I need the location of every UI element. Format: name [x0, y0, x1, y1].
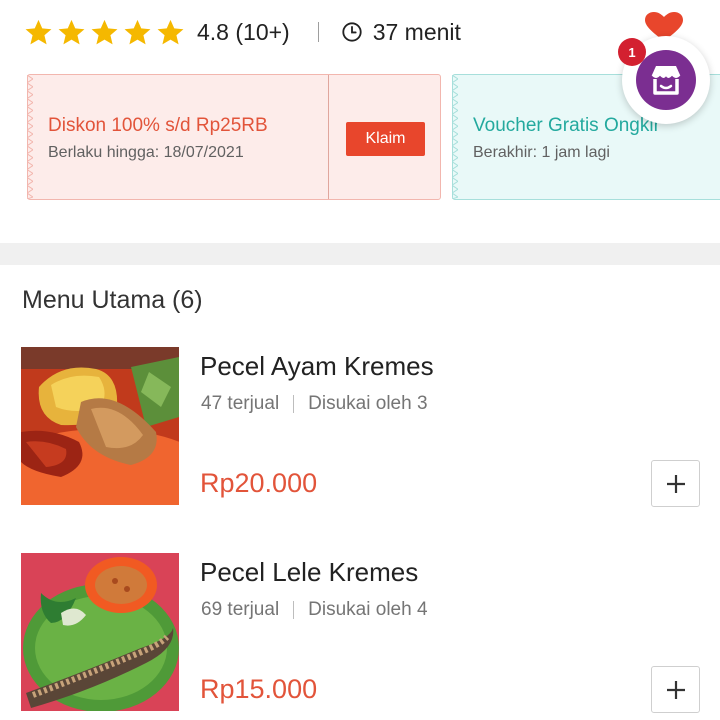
voucher-title: Voucher Gratis Ongkir	[473, 115, 660, 136]
menu-item-price: Rp20.000	[200, 468, 318, 498]
voucher-validity: Berlaku hingga: 18/07/2021	[48, 144, 244, 161]
store-icon	[636, 50, 696, 110]
sold-count: 47 terjual	[201, 393, 280, 414]
star-icon	[25, 19, 52, 44]
delivery-time: 37 menit	[372, 18, 461, 45]
rating-value: 4.8 (10+)	[197, 18, 290, 45]
star-icon	[157, 19, 184, 44]
star-icon	[91, 19, 118, 44]
menu-item-meta: 47 terjual Disukai oleh 3	[201, 393, 428, 415]
voucher-validity: Berakhir: 1 jam lagi	[473, 144, 610, 161]
menu-item-price: Rp15.000	[200, 674, 318, 704]
notification-badge: 1	[618, 38, 646, 66]
rating-row: 4.8 (10+) 37 menit	[24, 14, 461, 50]
add-to-cart-button[interactable]	[651, 666, 700, 713]
clock-icon	[342, 22, 362, 42]
voucher-title: Diskon 100% s/d Rp25RB	[48, 115, 268, 136]
menu-item[interactable]: Pecel Ayam Kremes 47 terjual Disukai ole…	[0, 347, 720, 507]
divider	[317, 22, 319, 42]
sold-count: 69 terjual	[201, 599, 280, 620]
food-photo[interactable]	[21, 553, 179, 711]
like-count: Disukai oleh 4	[308, 599, 428, 620]
voucher-edge	[452, 75, 458, 199]
voucher-card-discount[interactable]: Diskon 100% s/d Rp25RB Berlaku hingga: 1…	[27, 74, 441, 200]
food-photo[interactable]	[21, 347, 179, 505]
star-icon	[124, 19, 151, 44]
voucher-edge	[27, 75, 33, 199]
plus-icon	[666, 474, 685, 493]
claim-button[interactable]: Klaim	[346, 122, 425, 156]
menu-item-meta: 69 terjual Disukai oleh 4	[201, 599, 428, 621]
menu-section-title: Menu Utama (6)	[22, 286, 203, 314]
divider	[293, 395, 295, 413]
add-to-cart-button[interactable]	[651, 460, 700, 507]
plus-icon	[666, 680, 685, 699]
menu-item-name: Pecel Ayam Kremes	[200, 351, 434, 381]
voucher-carousel[interactable]: Diskon 100% s/d Rp25RB Berlaku hingga: 1…	[0, 74, 720, 202]
section-divider	[0, 243, 720, 265]
voucher-divider	[328, 75, 329, 199]
divider	[293, 601, 295, 619]
menu-item[interactable]: Pecel Lele Kremes 69 terjual Disukai ole…	[0, 553, 720, 713]
like-count: Disukai oleh 3	[308, 393, 428, 414]
star-icon	[58, 19, 85, 44]
menu-item-name: Pecel Lele Kremes	[200, 557, 419, 587]
rating-stars	[24, 18, 185, 47]
